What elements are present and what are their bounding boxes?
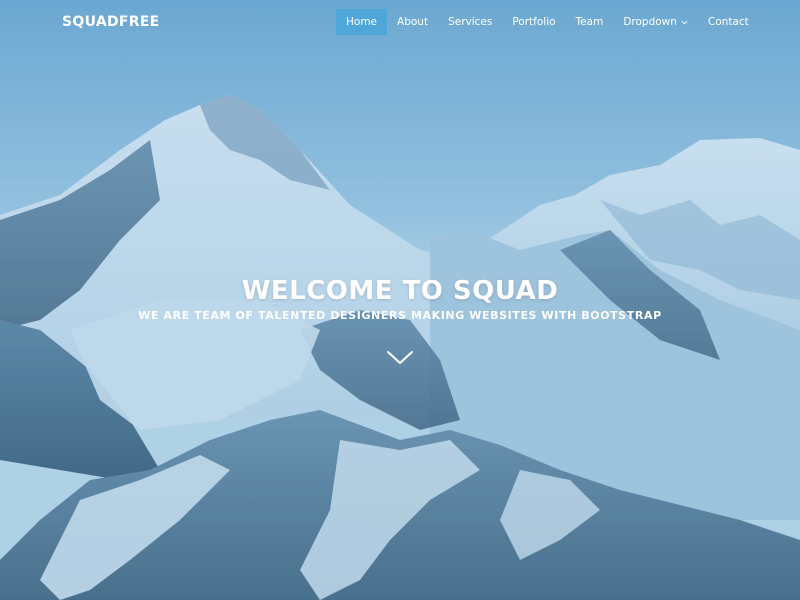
nav-item-label: About bbox=[397, 16, 429, 28]
scroll-down-button[interactable] bbox=[386, 348, 414, 368]
nav-item-dropdown[interactable]: Dropdown bbox=[613, 9, 698, 35]
nav-item-contact[interactable]: Contact bbox=[698, 9, 759, 35]
hero-title: WELCOME TO SQUAD bbox=[241, 276, 559, 307]
nav-item-team[interactable]: Team bbox=[566, 9, 614, 35]
nav-item-home[interactable]: Home bbox=[336, 9, 388, 35]
hero-subtitle: WE ARE TEAM OF TALENTED DESIGNERS MAKING… bbox=[138, 309, 662, 323]
nav-item-about[interactable]: About bbox=[387, 9, 438, 35]
nav-item-label: Contact bbox=[707, 16, 749, 28]
main-navigation: Home About Services Portfolio Team Dropd… bbox=[336, 9, 759, 35]
nav-item-label: Team bbox=[575, 16, 604, 28]
chevron-down-icon bbox=[387, 351, 413, 364]
nav-item-label: Dropdown bbox=[623, 16, 677, 28]
nav-item-label: Services bbox=[448, 16, 493, 28]
site-header: SQUADFREE Home About Services Portfolio … bbox=[0, 0, 800, 45]
brand-logo[interactable]: SQUADFREE bbox=[62, 13, 160, 31]
nav-item-portfolio[interactable]: Portfolio bbox=[502, 9, 565, 35]
chevron-down-icon bbox=[681, 20, 688, 24]
nav-item-label: Home bbox=[346, 16, 378, 28]
nav-item-label: Portfolio bbox=[512, 16, 556, 28]
hero-section: SQUADFREE Home About Services Portfolio … bbox=[0, 0, 800, 600]
nav-item-services[interactable]: Services bbox=[438, 9, 502, 35]
